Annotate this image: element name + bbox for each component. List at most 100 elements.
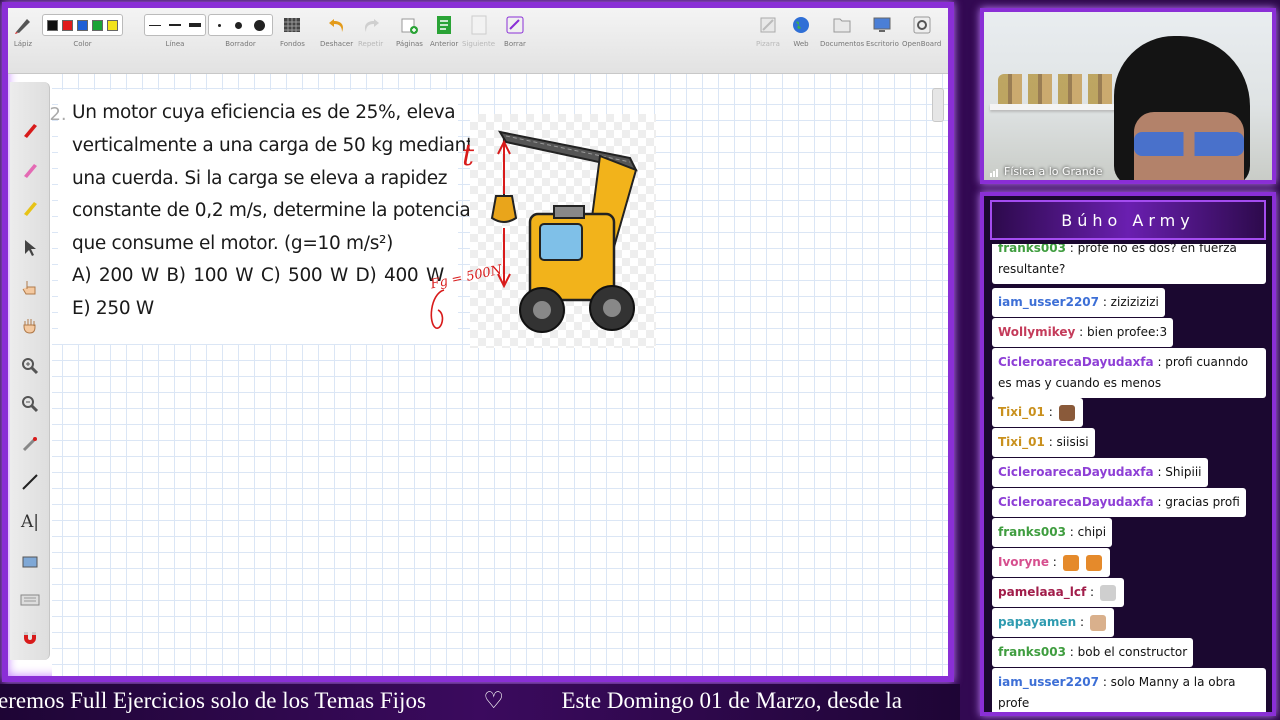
tension-annotation: t [462, 138, 475, 173]
tool-label: Lápiz [13, 40, 33, 48]
ticker-text: eremos Full Ejercicios solo de los Temas… [0, 688, 902, 713]
tool-label: Línea [165, 40, 185, 48]
hand-pan-icon[interactable] [18, 314, 42, 338]
chat-message: CicleroarecaDayudaxfa : profi cuanndo es… [992, 348, 1266, 398]
top-toolbar: Lápiz Color Línea Borrador Fondos Deshac… [8, 8, 948, 74]
chat-author[interactable]: iam_usser2207 [998, 675, 1099, 689]
tool-pen[interactable]: Lápiz [12, 14, 34, 48]
crane-illustration [470, 114, 656, 348]
chat-author[interactable]: papayamen [998, 615, 1076, 629]
line-tool-icon[interactable] [18, 470, 42, 494]
tool-label: Web [793, 40, 809, 48]
chat-author[interactable]: pamelaaa_lcf [998, 585, 1086, 599]
chat-message: franks003 : chipi [992, 518, 1113, 547]
eraser-small-option[interactable] [218, 23, 221, 27]
chat-text: : bien profee:3 [1079, 325, 1168, 339]
tool-label: Siguiente [462, 40, 496, 48]
tool-label: Borrador [225, 40, 256, 48]
tool-desktop[interactable]: Escritorio [866, 14, 899, 48]
left-toolbar: A| [10, 82, 50, 660]
emote-icon [1089, 614, 1106, 631]
chat-text: : Shipiii [1157, 465, 1202, 479]
chat-message: Ivoryne : [992, 548, 1111, 577]
text-tool-icon[interactable]: A| [18, 510, 42, 534]
zoom-out-icon[interactable] [18, 392, 42, 416]
color-blue-swatch[interactable] [77, 19, 88, 31]
folder-icon [831, 14, 853, 36]
problem-line: una cuerda. Si la carga se eleva a rapid… [72, 168, 448, 189]
stream-layout: Lápiz Color Línea Borrador Fondos Deshac… [0, 0, 1280, 720]
select-arrow-icon[interactable] [18, 236, 42, 260]
signal-icon [990, 168, 998, 177]
line-thick-option[interactable] [189, 23, 201, 27]
eraser-size-icon [208, 14, 273, 36]
color-swatches [42, 14, 123, 36]
capture-icon[interactable] [18, 550, 42, 574]
problem-line: verticalmente a una carga de 50 kg media… [72, 135, 485, 156]
eraser-medium-option[interactable] [235, 21, 242, 29]
keyboard-icon[interactable] [18, 588, 42, 612]
chat-message: Tixi_01 : [992, 398, 1083, 427]
next-page-icon [468, 14, 490, 36]
hand-interact-icon[interactable] [18, 276, 42, 300]
pen-icon [12, 14, 34, 36]
chat-author[interactable]: CicleroarecaDayudaxfa [998, 465, 1154, 479]
chat-author[interactable]: franks003 [998, 645, 1066, 659]
laser-pointer-icon[interactable] [18, 432, 42, 456]
tool-label: Escritorio [866, 40, 899, 48]
tool-pages[interactable]: Páginas [396, 14, 423, 48]
line-width-icon [144, 14, 206, 36]
webcam-feed: Física a lo Grande [984, 12, 1272, 180]
color-yellow-swatch[interactable] [107, 19, 118, 31]
zoom-in-icon[interactable] [18, 354, 42, 378]
problem-line: que consume el motor. (g=10 m/s²) [72, 233, 394, 254]
color-black-swatch[interactable] [47, 19, 58, 31]
chat-message: iam_usser2207 : zizizizizi [992, 288, 1165, 317]
chat-panel: Búho Army franks003 : profe no es dos? e… [980, 192, 1276, 716]
emote-icon [1058, 404, 1075, 421]
tool-web[interactable]: Web [790, 14, 812, 48]
tool-undo[interactable]: Deshacer [320, 14, 353, 48]
tool-label: Anterior [430, 40, 459, 48]
chat-title: Búho Army [1061, 210, 1195, 230]
chat-message-list[interactable]: franks003 : profe no es dos? en fuerza r… [992, 244, 1266, 712]
clear-icon [504, 14, 526, 36]
chat-author[interactable]: CicleroarecaDayudaxfa [998, 355, 1154, 369]
shelf-figurines [998, 74, 1118, 104]
marker-icon[interactable] [18, 196, 42, 220]
drawing-canvas[interactable]: 12. Un motor cuya eficiencia es de 25%, … [38, 74, 948, 676]
chat-author[interactable]: Wollymikey [998, 325, 1075, 339]
chat-author[interactable]: CicleroarecaDayudaxfa [998, 495, 1154, 509]
chat-author[interactable]: iam_usser2207 [998, 295, 1099, 309]
tool-previous[interactable]: Anterior [430, 14, 458, 48]
chat-author[interactable]: franks003 [998, 525, 1066, 539]
tool-redo[interactable]: Repetir [358, 14, 383, 48]
crane-image [490, 130, 638, 333]
chat-message: CicleroarecaDayudaxfa : Shipiii [992, 458, 1208, 487]
color-green-swatch[interactable] [92, 19, 103, 31]
chat-author[interactable]: Tixi_01 [998, 435, 1045, 449]
chat-author[interactable]: Ivoryne [998, 555, 1049, 569]
tool-documents[interactable]: Documentos [820, 14, 864, 48]
color-red-swatch[interactable] [62, 19, 73, 31]
pen-icon[interactable] [18, 118, 42, 142]
tool-board[interactable]: Pizarra [756, 14, 780, 48]
tool-backgrounds[interactable]: Fondos [280, 14, 305, 48]
tool-openboard[interactable]: OpenBoard [902, 14, 941, 48]
tool-clear[interactable]: Borrar [504, 14, 526, 48]
tool-next[interactable]: Siguiente [462, 14, 495, 48]
line-medium-option[interactable] [169, 24, 181, 26]
pages-icon [398, 14, 420, 36]
canvas-scroll-handle[interactable] [932, 88, 944, 122]
magnet-icon[interactable] [18, 626, 42, 650]
chat-message: papayamen : [992, 608, 1114, 637]
chat-message: pamelaaa_lcf : [992, 578, 1124, 607]
line-thin-option[interactable] [149, 24, 161, 26]
emote-icon [1062, 554, 1079, 571]
eraser-large-option[interactable] [254, 19, 265, 31]
chat-author[interactable]: franks003 [998, 244, 1066, 255]
problem-line: constante de 0,2 m/s, determine la poten… [72, 200, 471, 221]
emote-icon [1099, 584, 1116, 601]
chat-author[interactable]: Tixi_01 [998, 405, 1045, 419]
highlighter-icon[interactable] [18, 158, 42, 182]
